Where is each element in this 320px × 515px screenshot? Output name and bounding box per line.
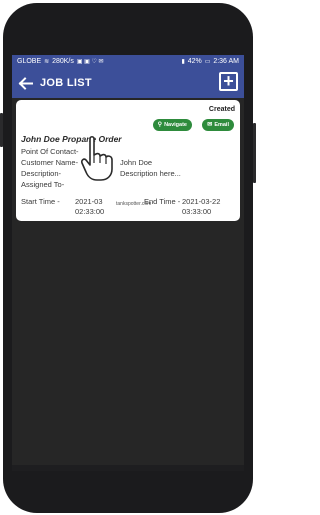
end-time-label: End Time - xyxy=(144,197,181,206)
start-clock: 02:33:00 xyxy=(75,207,105,216)
notification-icons: ▣ ▣ ♡ ✉ xyxy=(76,59,104,65)
back-arrow-svg xyxy=(18,77,33,90)
status-right: ▮ 42% ▭ 2:36 AM xyxy=(180,55,239,69)
app-screen: GLOBE ≋ 280K/s ▣ ▣ ♡ ✉ ▮ 42% ▭ 2:36 AM J… xyxy=(12,55,244,465)
add-job-button[interactable]: + xyxy=(219,72,238,91)
start-date: 2021-03 xyxy=(75,197,103,206)
email-button[interactable]: ✉ Email xyxy=(202,119,234,131)
status-left: GLOBE ≋ 280K/s ▣ ▣ ♡ ✉ xyxy=(17,55,105,69)
network-speed: 280K/s xyxy=(52,58,74,65)
customer-name-value: John Doe xyxy=(120,158,153,167)
navigate-button[interactable]: ⚲ Navigate xyxy=(152,119,192,131)
volume-button xyxy=(253,123,256,183)
battery-level: 42% xyxy=(187,58,202,65)
page-title: JOB LIST xyxy=(40,77,92,89)
assigned-to-label: Assigned To- xyxy=(21,180,65,189)
description-label: Description- xyxy=(21,169,62,178)
app-bar: JOB LIST + xyxy=(12,69,244,98)
navigate-label: Navigate xyxy=(164,122,187,128)
job-card[interactable]: Created ⚲ Navigate ✉ Email John Doe Propan… xyxy=(16,100,240,221)
email-icon: ✉ xyxy=(207,122,213,128)
power-button xyxy=(0,113,3,147)
carrier-label: GLOBE xyxy=(17,58,42,65)
email-label: Email xyxy=(214,122,229,128)
wifi-icon: ≋ xyxy=(44,59,50,65)
job-status-label: Created xyxy=(208,106,235,113)
navigation-bar xyxy=(12,465,244,471)
end-date: 2021-03-22 xyxy=(182,197,221,206)
location-pin-icon: ⚲ xyxy=(157,122,163,128)
hand-pointer-icon xyxy=(80,135,116,183)
back-arrow-icon[interactable] xyxy=(17,75,34,92)
status-bar: GLOBE ≋ 280K/s ▣ ▣ ♡ ✉ ▮ 42% ▭ 2:36 AM xyxy=(12,55,244,69)
end-clock: 03:33:00 xyxy=(182,207,212,216)
customer-name-label: Customer Name- xyxy=(21,158,79,167)
point-of-contact-label: Point Of Contact- xyxy=(21,147,79,156)
clock: 2:36 AM xyxy=(213,58,239,65)
signal-icon: ▮ xyxy=(181,59,185,65)
description-value: Description here... xyxy=(120,169,181,178)
start-time-label: Start Time - xyxy=(21,197,60,206)
battery-icon: ▭ xyxy=(204,59,211,65)
hand-pointer-svg xyxy=(81,135,113,181)
